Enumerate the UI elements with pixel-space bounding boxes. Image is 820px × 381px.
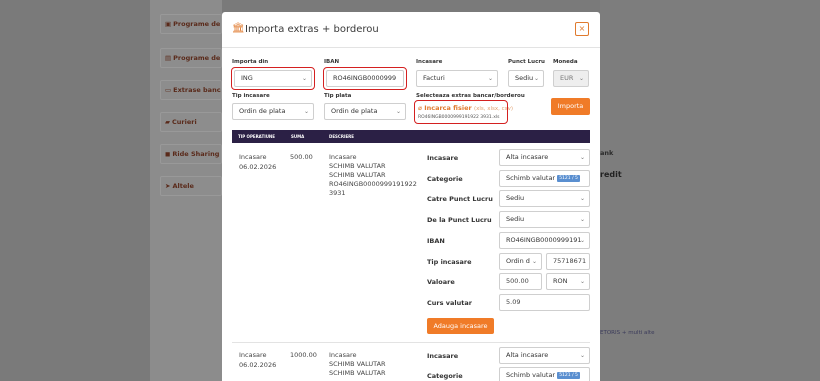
- sidebar-item-ride-sharing[interactable]: ◼ Ride Sharing: [160, 144, 222, 164]
- bank-icon: 🏛: [232, 23, 245, 34]
- chevron-down-icon: ⌄: [579, 352, 585, 359]
- sidebar-item-altele[interactable]: ➤ Altele: [160, 176, 222, 196]
- row1-curs-input[interactable]: 5.09: [499, 294, 590, 311]
- background-text-credit: redit: [600, 170, 622, 179]
- importa-din-label: Importa din: [232, 59, 269, 65]
- chevron-down-icon: ⌄: [579, 237, 585, 244]
- row1-curs-label: Curs valutar: [427, 299, 472, 307]
- iban-label: IBAN: [324, 59, 340, 65]
- chevron-down-icon: ⌄: [579, 278, 585, 285]
- close-button[interactable]: ×: [575, 22, 589, 36]
- row2-incasare-label: Incasare: [427, 352, 459, 360]
- table-header: TIP OPERATIUNE SUMA DESCRIERE: [232, 130, 590, 143]
- th-descriere: DESCRIERE: [329, 134, 354, 139]
- extras-label: Selecteaza extras bancar/borderou: [416, 93, 525, 99]
- chevron-down-icon: ⌄: [487, 75, 493, 82]
- row1-categorie-label: Categorie: [427, 175, 463, 183]
- row2-descriere: Incasare SCHIMB VALUTAR SCHIMB VALUTAR: [329, 351, 386, 377]
- row1-descriere: Incasare SCHIMB VALUTAR SCHIMB VALUTAR R…: [329, 153, 417, 197]
- tip-plata-label: Tip plata: [324, 93, 352, 99]
- truck-icon: ▰: [165, 118, 170, 126]
- row1-tip-incasare-label: Tip incasare: [427, 258, 472, 266]
- modal-header: 🏛 Importa extras + borderou ×: [222, 12, 600, 48]
- row2-categorie-label: Categorie: [427, 372, 463, 380]
- row1-iban-label: IBAN: [427, 237, 445, 245]
- car-icon: ◼: [165, 150, 171, 158]
- background-text-bank: ank: [600, 149, 614, 157]
- tip-plata-select[interactable]: Ordin de plata ⌄: [324, 103, 406, 120]
- row1-catre-punct-label: Catre Punct Lucru: [427, 195, 493, 203]
- punct-lucru-select[interactable]: Sediu ⌄: [508, 70, 544, 87]
- row1-incasare-select[interactable]: Alta incasare ⌄: [499, 149, 590, 166]
- chevron-down-icon: ⌄: [533, 75, 539, 82]
- modal-title: Importa extras + borderou: [245, 24, 379, 35]
- tip-incasare-select[interactable]: Ordin de plata ⌄: [232, 103, 314, 120]
- row1-valoare-label: Valoare: [427, 278, 455, 286]
- tip-incasare-label: Tip incasare: [232, 93, 270, 99]
- row1-iban-select[interactable]: RO46INGB0000999191 ⌄: [499, 232, 590, 249]
- row1-tip: Incasare: [239, 153, 267, 161]
- background-content: [600, 0, 820, 381]
- highlight-importa-din: [231, 67, 315, 90]
- row2-date: 06.02.2026: [239, 361, 277, 369]
- highlight-iban: [323, 67, 407, 90]
- row1-categorie-select[interactable]: Schimb valutar 5121 / 5: [499, 170, 590, 187]
- highlight-upload: [414, 100, 508, 124]
- row2-tip: Incasare: [239, 351, 267, 359]
- row1-date: 06.02.2026: [239, 163, 277, 171]
- chevron-down-icon: ⌄: [395, 108, 401, 115]
- chevron-down-icon: ⌄: [578, 75, 584, 82]
- briefcase-icon: ▣: [165, 20, 172, 28]
- row1-catre-punct-select[interactable]: Sediu ⌄: [499, 190, 590, 207]
- row2-suma: 1000.00: [290, 351, 317, 359]
- chevron-down-icon: ⌄: [303, 108, 309, 115]
- row1-de-la-punct-select[interactable]: Sediu ⌄: [499, 211, 590, 228]
- th-suma: SUMA: [291, 134, 305, 139]
- account-badge: 5121 / 5: [557, 371, 580, 379]
- row2-incasare-select[interactable]: Alta incasare ⌄: [499, 347, 590, 364]
- chevron-down-icon: ⌄: [579, 195, 585, 202]
- punct-lucru-label: Punct Lucru: [508, 59, 545, 65]
- background-text-partners: ETORIS + multi alte: [600, 330, 655, 336]
- inbox-icon: ▭: [165, 86, 172, 94]
- sidebar-item-extrase[interactable]: ▭Extrase bancar: [160, 80, 222, 100]
- incasare-label: Incasare: [416, 59, 443, 65]
- sidebar-item-programe-co[interactable]: ▤Programe de co: [160, 48, 222, 68]
- incasare-select[interactable]: Facturi ⌄: [416, 70, 498, 87]
- send-icon: ➤: [165, 182, 171, 190]
- import-modal: 🏛 Importa extras + borderou × Importa di…: [222, 12, 600, 381]
- document-icon: ▤: [165, 54, 172, 62]
- row1-tip-incasare-select[interactable]: Ordin d ⌄: [499, 253, 542, 270]
- chevron-down-icon: ⌄: [579, 216, 585, 223]
- chevron-down-icon: ⌄: [531, 258, 537, 265]
- th-tip-operatiune: TIP OPERATIUNE: [238, 134, 276, 139]
- row1-incasare-label: Incasare: [427, 154, 459, 162]
- account-badge: 5121 / 5: [557, 174, 580, 182]
- row1-suma: 500.00: [290, 153, 313, 161]
- row1-currency-select[interactable]: RON ⌄: [546, 273, 590, 290]
- sidebar-item-programe-fi[interactable]: ▣Programe de fi: [160, 14, 222, 34]
- row1-document-number-input[interactable]: 75718671: [546, 253, 590, 270]
- moneda-label: Moneda: [553, 59, 578, 65]
- row2-categorie-select[interactable]: Schimb valutar 5121 / 5: [499, 367, 590, 381]
- row1-de-la-punct-label: De la Punct Lucru: [427, 216, 492, 224]
- import-button[interactable]: Importa: [551, 98, 590, 115]
- sidebar-item-curieri[interactable]: ▰ Curieri: [160, 112, 222, 132]
- moneda-select[interactable]: EUR ⌄: [553, 70, 589, 87]
- row-divider: [232, 342, 590, 343]
- chevron-down-icon: ⌄: [579, 154, 585, 161]
- row1-valoare-input[interactable]: 500.00: [499, 273, 542, 290]
- add-incasare-button[interactable]: Adauga incasare: [427, 318, 494, 334]
